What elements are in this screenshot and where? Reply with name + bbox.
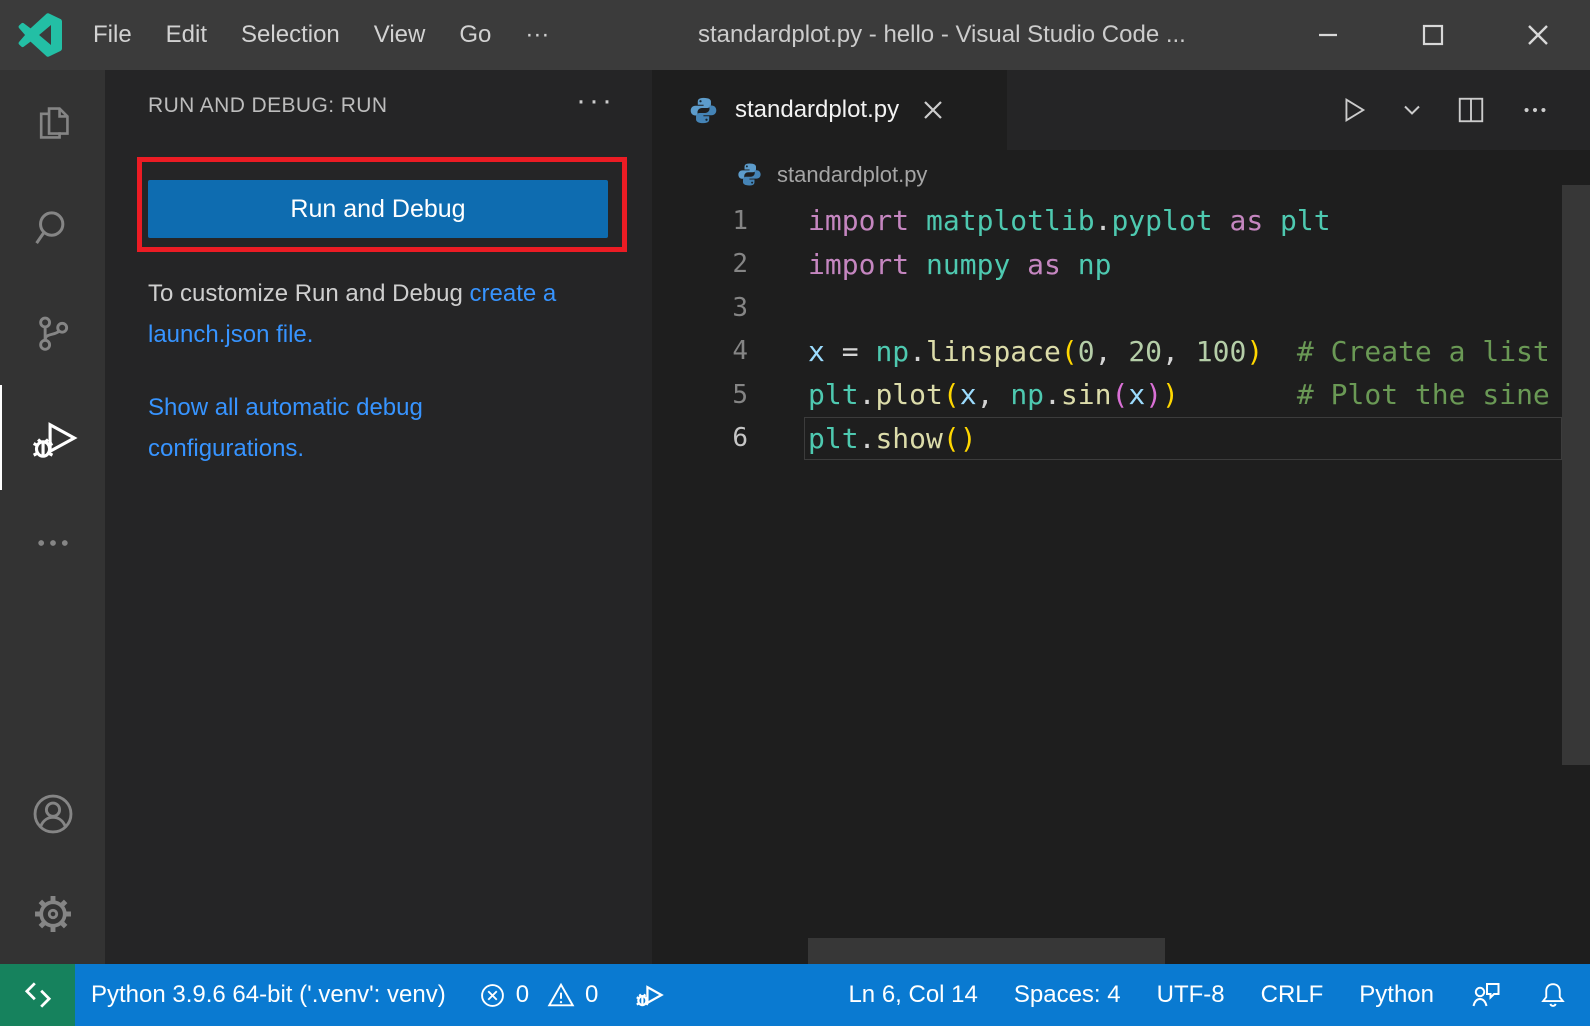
title-bar: FileEditSelectionViewGo··· standardplot.… bbox=[0, 0, 1590, 70]
debug-status-icon[interactable] bbox=[630, 977, 666, 1013]
menu-file[interactable]: File bbox=[76, 21, 149, 49]
tab-strip: standardplot.py bbox=[652, 70, 1590, 150]
code-area[interactable]: 1import matplotlib.pyplot as plt2import … bbox=[652, 199, 1590, 460]
menu-[interactable]: ··· bbox=[508, 21, 566, 49]
code-line-4[interactable]: 4x = np.linspace(0, 20, 100) # Create a … bbox=[652, 330, 1590, 374]
error-icon bbox=[478, 981, 507, 1010]
status-right: Ln 6, Col 14 Spaces: 4 UTF-8 CRLF Python bbox=[848, 979, 1590, 1011]
minimize-icon[interactable] bbox=[1275, 0, 1380, 70]
feedback-icon[interactable] bbox=[1470, 979, 1502, 1011]
run-file-icon[interactable] bbox=[1338, 95, 1368, 125]
search-icon[interactable] bbox=[0, 175, 105, 280]
menu-go[interactable]: Go bbox=[442, 21, 508, 49]
line-number: 3 bbox=[652, 293, 748, 323]
encoding[interactable]: UTF-8 bbox=[1157, 981, 1225, 1009]
cursor-position[interactable]: Ln 6, Col 14 bbox=[848, 981, 977, 1009]
code-text: import matplotlib.pyplot as plt bbox=[748, 204, 1331, 237]
code-text: import numpy as np bbox=[748, 248, 1111, 281]
warning-icon bbox=[546, 980, 576, 1010]
tab-close-icon[interactable] bbox=[921, 98, 945, 122]
code-line-3[interactable]: 3 bbox=[652, 286, 1590, 330]
remote-indicator[interactable] bbox=[0, 964, 75, 1026]
error-count: 0 bbox=[516, 981, 529, 1009]
menu-bar: FileEditSelectionViewGo··· bbox=[76, 21, 566, 49]
horizontal-scrollbar[interactable] bbox=[808, 938, 1165, 964]
menu-view[interactable]: View bbox=[357, 21, 443, 49]
line-number: 1 bbox=[652, 206, 748, 236]
status-right-texts: Ln 6, Col 14 Spaces: 4 UTF-8 CRLF Python bbox=[848, 981, 1434, 1009]
account-icon[interactable] bbox=[0, 764, 105, 864]
tab-label: standardplot.py bbox=[735, 96, 899, 124]
window-controls bbox=[1275, 0, 1590, 70]
activity-bar-spacer bbox=[0, 595, 105, 764]
menu-selection[interactable]: Selection bbox=[224, 21, 357, 49]
line-number: 5 bbox=[652, 380, 748, 410]
settings-gear-icon[interactable] bbox=[0, 864, 105, 964]
code-line-6[interactable]: 6plt.show() bbox=[652, 417, 1590, 461]
editor-more-actions-icon[interactable] bbox=[1520, 95, 1550, 125]
breadcrumb-file-label: standardplot.py bbox=[777, 162, 927, 188]
panel-header: RUN AND DEBUG: RUN bbox=[148, 94, 387, 118]
explorer-icon[interactable] bbox=[0, 70, 105, 175]
indentation[interactable]: Spaces: 4 bbox=[1014, 981, 1121, 1009]
run-and-debug-icon[interactable] bbox=[0, 385, 105, 490]
menu-edit[interactable]: Edit bbox=[149, 21, 224, 49]
source-control-icon[interactable] bbox=[0, 280, 105, 385]
python-icon bbox=[736, 161, 763, 188]
editor-group: standardplot.py standardplot.py 1import … bbox=[652, 70, 1590, 964]
maximize-icon[interactable] bbox=[1380, 0, 1485, 70]
python-interpreter[interactable]: Python 3.9.6 64-bit ('.venv': venv) bbox=[91, 981, 446, 1009]
problems-indicator[interactable]: 0 0 bbox=[478, 980, 599, 1010]
warning-count: 0 bbox=[585, 981, 598, 1009]
vertical-scrollbar[interactable] bbox=[1562, 185, 1590, 765]
vscode-logo-icon bbox=[18, 13, 62, 57]
tab-standardplot[interactable]: standardplot.py bbox=[652, 70, 1007, 150]
code-text: plt.show() bbox=[748, 422, 977, 455]
activity-bar bbox=[0, 70, 105, 964]
show-automatic-configs-link[interactable]: Show all automatic debug configurations. bbox=[148, 394, 423, 462]
line-number: 6 bbox=[652, 423, 748, 453]
annotation-red-box bbox=[137, 157, 627, 252]
split-editor-icon[interactable] bbox=[1456, 95, 1486, 125]
auto-configs-paragraph: Show all automatic debug configurations. bbox=[148, 387, 568, 469]
customize-hint: To customize Run and Debug create a laun… bbox=[148, 273, 588, 355]
status-bar: Python 3.9.6 64-bit ('.venv': venv) 0 0 … bbox=[0, 964, 1590, 1026]
code-text: plt.plot(x, np.sin(x)) # Plot the sine bbox=[748, 378, 1550, 411]
window-title: standardplot.py - hello - Visual Studio … bbox=[698, 0, 1186, 70]
code-line-1[interactable]: 1import matplotlib.pyplot as plt bbox=[652, 199, 1590, 243]
editor-actions bbox=[1338, 70, 1590, 150]
run-and-debug-panel: RUN AND DEBUG: RUN ··· Run and Debug To … bbox=[105, 70, 652, 964]
status-left: Python 3.9.6 64-bit ('.venv': venv) 0 0 bbox=[75, 977, 666, 1013]
more-icon[interactable] bbox=[0, 490, 105, 595]
bell-icon[interactable] bbox=[1538, 980, 1568, 1010]
code-line-2[interactable]: 2import numpy as np bbox=[652, 243, 1590, 287]
remote-icon bbox=[21, 978, 55, 1012]
breadcrumb[interactable]: standardplot.py bbox=[652, 150, 1590, 199]
code-line-5[interactable]: 5plt.plot(x, np.sin(x)) # Plot the sine bbox=[652, 373, 1590, 417]
python-icon bbox=[688, 95, 719, 126]
language-mode[interactable]: Python bbox=[1359, 981, 1434, 1009]
eol-sequence[interactable]: CRLF bbox=[1261, 981, 1324, 1009]
code-text: x = np.linspace(0, 20, 100) # Create a l… bbox=[748, 335, 1550, 368]
hint-text: To customize Run and Debug bbox=[148, 280, 470, 307]
line-number: 4 bbox=[652, 336, 748, 366]
panel-more-actions-icon[interactable]: ··· bbox=[576, 84, 615, 118]
line-number: 2 bbox=[652, 249, 748, 279]
close-icon[interactable] bbox=[1485, 0, 1590, 70]
run-dropdown-chevron-icon[interactable] bbox=[1402, 100, 1422, 120]
